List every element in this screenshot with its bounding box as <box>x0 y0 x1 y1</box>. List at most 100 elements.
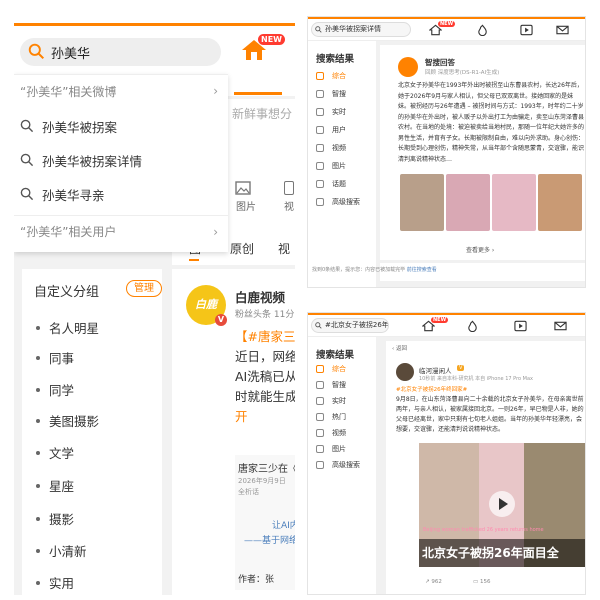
search-icon <box>20 119 34 133</box>
ai-answer-meta: 回顾 深度思考(DS-R1-AI生成) <box>425 70 500 76</box>
tab-video[interactable]: 视 <box>278 240 290 257</box>
bullet-icon <box>36 355 40 360</box>
sidebar-item[interactable]: 摄影 <box>36 509 74 528</box>
post-author[interactable]: 临河漫闲人 <box>419 365 452 375</box>
sidebar-item[interactable]: 同学 <box>36 380 74 399</box>
bullet-icon <box>36 325 40 330</box>
sidebar-item-advanced[interactable]: 高级搜索 <box>316 460 360 470</box>
filter-icon <box>316 198 324 206</box>
user-icon <box>316 126 324 134</box>
video-icon[interactable] <box>284 181 294 195</box>
image-icon <box>316 162 324 170</box>
grid-icon <box>316 72 324 80</box>
result-image[interactable] <box>446 174 490 231</box>
tab-original[interactable]: 原创 <box>230 240 254 257</box>
suggestion-item[interactable]: 孙美华被拐案 <box>14 110 228 142</box>
new-badge: NEW <box>438 21 456 27</box>
sidebar-item-ai[interactable]: 智搜 <box>316 380 346 390</box>
tab-active-indicator <box>189 259 199 261</box>
video-icon[interactable] <box>520 24 533 36</box>
result-image[interactable] <box>492 174 536 231</box>
sidebar-item-images[interactable]: 图片 <box>316 444 346 454</box>
video-subtitle: Beijing woman trafficked 26 years return… <box>423 527 544 533</box>
sidebar-item-topics[interactable]: 话题 <box>316 179 346 189</box>
bullet-icon <box>36 516 40 521</box>
back-link[interactable]: ‹ 返回 <box>392 344 407 352</box>
composer-video-label[interactable]: 视 <box>284 198 294 213</box>
avatar[interactable] <box>396 363 414 381</box>
new-badge: NEW <box>431 317 449 323</box>
article-link[interactable]: 让AI内 <box>272 518 295 531</box>
top-accent-line <box>308 17 585 19</box>
ai-answer-text: 北京女子孙美华在1993年外出时被拐至山东曹县农村，长达26年后，她于2026年… <box>398 82 585 163</box>
search-input[interactable]: 孙美华被拐案详情 <box>311 22 411 37</box>
post-hashtag[interactable]: #北京女子被拐26年终回家# <box>396 385 467 393</box>
sidebar-item-images[interactable]: 图片 <box>316 161 346 171</box>
hot-icon[interactable] <box>466 320 479 332</box>
composer-placeholder[interactable]: 新鲜事想分 <box>232 105 292 122</box>
right-top-screenshot: 孙美华被拐案详情 NEW 搜索结果 综合 智搜 实时 用户 视频 图片 话题 高… <box>307 16 586 288</box>
bullet-icon <box>36 483 40 488</box>
sidebar-item-advanced[interactable]: 高级搜索 <box>316 197 360 207</box>
topic-icon <box>316 180 324 188</box>
clock-icon <box>316 397 324 405</box>
article-link[interactable]: ——基于网络 <box>244 533 295 546</box>
article-date: 2026年9月9日 <box>238 477 286 485</box>
bullet-icon <box>36 387 40 392</box>
sidebar-item[interactable]: 文学 <box>36 443 74 462</box>
sidebar-item-hot[interactable]: 热门 <box>316 412 346 422</box>
mail-icon[interactable] <box>554 320 567 332</box>
sidebar-item-all[interactable]: 综合 <box>316 364 346 374</box>
manage-button[interactable]: 管理 <box>126 280 162 297</box>
video-player[interactable]: Beijing woman trafficked 26 years return… <box>419 443 585 567</box>
sidebar-item[interactable]: 名人明星 <box>36 318 99 337</box>
chevron-right-icon: › <box>213 225 218 239</box>
group-title: 自定义分组 <box>34 285 100 300</box>
share-count[interactable]: ↗ 962 <box>425 579 442 585</box>
verified-icon: V <box>215 314 227 326</box>
search-query: 孙美华 <box>51 47 91 62</box>
sidebar-item[interactable]: 星座 <box>36 476 74 495</box>
mail-icon[interactable] <box>556 24 569 36</box>
sidebar-item-users[interactable]: 用户 <box>316 125 346 135</box>
sidebar-item[interactable]: 小清新 <box>36 541 87 560</box>
sidebar-item-ai[interactable]: 智搜 <box>316 89 346 99</box>
sidebar-item-realtime[interactable]: 实时 <box>316 396 346 406</box>
sidebar-item-all[interactable]: 综合 <box>316 71 346 81</box>
play-icon <box>316 144 324 152</box>
post-meta: 10秒前 来自本科·研究机 本自 iPhone 17 Pro Max <box>419 376 533 382</box>
search-input[interactable]: 孙美华 <box>20 38 221 66</box>
image-icon[interactable] <box>235 181 251 195</box>
result-image[interactable] <box>538 174 582 231</box>
composer-image-label[interactable]: 图片 <box>236 198 256 213</box>
ai-icon <box>316 90 324 98</box>
sidebar-item-video[interactable]: 视频 <box>316 428 346 438</box>
sidebar-title: 搜索结果 <box>316 54 355 65</box>
suggestion-item[interactable]: 孙美华被拐案详情 <box>14 144 228 176</box>
related-weibo-row[interactable]: “孙美华”相关微博 › <box>14 75 228 107</box>
search-icon <box>28 43 45 60</box>
hot-icon[interactable] <box>476 24 489 36</box>
search-icon <box>20 187 34 201</box>
post-meta: 粉丝头条 11分 <box>235 310 295 320</box>
sidebar-item[interactable]: 美图摄影 <box>36 411 99 430</box>
sidebar-item[interactable]: 同事 <box>36 348 74 367</box>
sidebar-item[interactable]: 实用 <box>36 573 74 592</box>
bullet-icon <box>36 450 40 455</box>
comment-count[interactable]: ▭ 156 <box>473 579 490 585</box>
new-badge: NEW <box>258 34 285 45</box>
search-input[interactable]: #北京女子被拐26年终 <box>311 318 389 333</box>
post-text: 9月8日，在山东菏泽曹县向二十余载的北京女子孙美华，在母亲离世前两年，与亲人相认… <box>396 396 584 433</box>
sidebar-item-realtime[interactable]: 实时 <box>316 107 346 117</box>
play-icon[interactable] <box>489 491 515 517</box>
post-author[interactable]: 白鹿视频 <box>235 287 285 306</box>
related-users-row[interactable]: “孙美华”相关用户 › <box>14 215 228 247</box>
article-title: 唐家三少在《 <box>238 464 295 475</box>
sidebar-title: 搜索结果 <box>316 350 355 361</box>
result-image[interactable] <box>400 174 444 231</box>
video-icon[interactable] <box>514 320 527 332</box>
suggestion-item[interactable]: 孙美华寻亲 <box>14 178 228 210</box>
image-icon <box>316 445 324 453</box>
show-more-link[interactable]: 查看更多 › <box>466 245 494 254</box>
sidebar-item-video[interactable]: 视频 <box>316 143 346 153</box>
